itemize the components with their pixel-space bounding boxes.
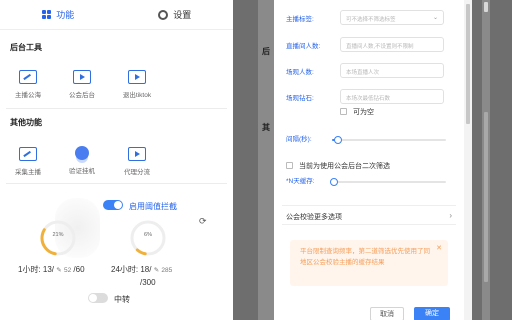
slider-handle[interactable] [333,136,342,144]
tab-functions[interactable]: 功能 [0,0,117,29]
confirm-button[interactable]: 确定 [414,307,450,320]
dialog-scrollbar[interactable] [464,0,472,320]
tab-settings[interactable]: 设置 [117,0,234,29]
threshold-toggle[interactable] [103,200,123,210]
dialog-scrollbar-thumb[interactable] [466,4,470,124]
more-options-collapse[interactable]: 公会校验更多选项 › [282,205,456,225]
person-icon [75,146,89,160]
stat-24h-sub: 285 [161,267,173,274]
cancel-button[interactable]: 取消 [370,307,404,320]
stat-1h-count: 13/ [42,265,55,274]
chevron-right-icon: › [449,211,452,220]
scrollbar[interactable] [482,0,490,320]
field-label: 场观人数: [286,69,314,76]
gauge-1h-percent: 21% [52,232,64,238]
filter-settings-dialog: 主播标签: 可不选择不筛选标签 ⌄ 直播间人数: 直播间人数,不设置则不限制 场… [274,0,464,320]
stat-24h: 24小时: 18/ ✎ 285 [111,264,172,275]
anchor-tag-select[interactable]: 可不选择不筛选标签 ⌄ [340,10,444,25]
nullable-checkbox[interactable] [340,108,347,115]
section-title-backend-tools: 后台工具 [10,43,42,52]
field-room-viewers: 直播间人数: 直播间人数,不设置则不限制 [274,37,464,53]
notice-text: 平台限制查询频率，第二道筛选优先使用了同地区公会校验主播的缓存结果 [300,248,430,266]
gauge-24h: 6% [128,218,168,258]
relay-label: 中转 [114,295,130,304]
tool-verify-idle[interactable]: 验证挂机 [59,146,105,175]
tool-label: 验证挂机 [69,168,95,175]
session-viewers-input[interactable]: 本场直播人次 [340,63,444,78]
chevron-down-icon: ⌄ [432,15,438,21]
secondary-filter-label: 当前为使用公会后台二次筛选 [299,163,390,170]
stat-24h-prefix: 24小时: [111,265,139,274]
chart-icon [19,70,37,84]
n-days-label: *N天缓存: [286,178,315,185]
session-diamonds-input[interactable]: 本场次最低钻石数 [340,89,444,104]
stat-1h-prefix: 1小时: [18,265,41,274]
field-session-viewers: 场观人数: 本场直播人次 [274,63,464,79]
n-days-slider[interactable] [330,178,446,186]
gear-icon [158,9,169,20]
refresh-icon[interactable]: ⟳ [199,216,207,227]
edit-icon[interactable]: ✎ [56,267,61,274]
slider-handle[interactable] [330,178,339,186]
nullable-label: 可为空 [353,109,374,116]
stat-1h-limit: /60 [73,265,85,274]
stat-24h-limit: /300 [140,278,156,287]
relay-toggle[interactable] [88,293,108,303]
interval-label: 间隔(秒): [286,136,312,143]
bg-label: 其 [262,123,270,132]
gauge-24h-percent: 6% [144,232,152,238]
stat-1h-sub: 52 [63,267,72,274]
tab-bar: 功能 设置 [0,0,233,30]
play-icon [128,147,146,161]
grid-icon [42,10,52,19]
function-panel: 功能 设置 后台工具 主播公海 公会后台 退出tiktok 其他功能 采集主播 … [0,0,233,320]
divider [6,108,227,109]
tool-label: 主播公海 [15,92,41,99]
field-label: 场观钻石: [286,95,314,102]
tab-settings-label: 设置 [173,10,192,20]
tool-label: 退出tiktok [122,92,152,99]
secondary-filter-checkbox[interactable] [286,162,293,169]
tool-anchor-pool[interactable]: 主播公海 [5,70,51,99]
interval-slider[interactable] [332,136,446,144]
play-icon [73,70,91,84]
select-placeholder: 可不选择不筛选标签 [346,17,396,23]
tool-label: 代理分流 [124,169,150,176]
edit-icon[interactable]: ✎ [154,267,159,274]
threshold-label: 启用阈值拦截 [129,202,177,211]
scrollbar-arrow-up[interactable] [484,2,488,12]
gauge-1h-chart [40,220,76,256]
field-session-diamonds: 场观钻石: 本场次最低钻石数 [274,89,464,105]
rate-limit-notice: 平台限制查询频率，第二道筛选优先使用了同地区公会校验主播的缓存结果 ✕ [290,240,448,286]
room-viewers-input[interactable]: 直播间人数,不设置则不限制 [340,37,444,52]
chart-icon [19,147,37,161]
scrollbar-thumb[interactable] [484,112,488,282]
gauge-24h-chart [130,220,166,256]
tool-guild-backend[interactable]: 公会后台 [59,70,105,99]
stat-1h: 1小时: 13/ ✎ 52 /60 [18,264,85,275]
gauge-1h: 21% [38,218,78,258]
tool-collect-anchors[interactable]: 采集主播 [5,147,51,176]
divider [6,183,227,184]
field-anchor-tag: 主播标签: 可不选择不筛选标签 ⌄ [274,10,464,26]
play-icon [128,70,146,84]
field-label: 直播间人数: [286,43,321,50]
tab-functions-label: 功能 [56,10,75,20]
tool-label: 采集主播 [15,169,41,176]
stat-24h-count: 18/ [140,265,152,274]
tool-exit-tiktok[interactable]: 退出tiktok [114,70,160,99]
tool-proxy-split[interactable]: 代理分流 [114,147,160,176]
more-options-label: 公会校验更多选项 [286,214,342,221]
field-label: 主播标签: [286,16,314,23]
section-title-other: 其他功能 [10,118,42,127]
bg-label: 后 [262,47,270,56]
tool-label: 公会后台 [69,92,95,99]
close-icon[interactable]: ✕ [436,244,442,252]
